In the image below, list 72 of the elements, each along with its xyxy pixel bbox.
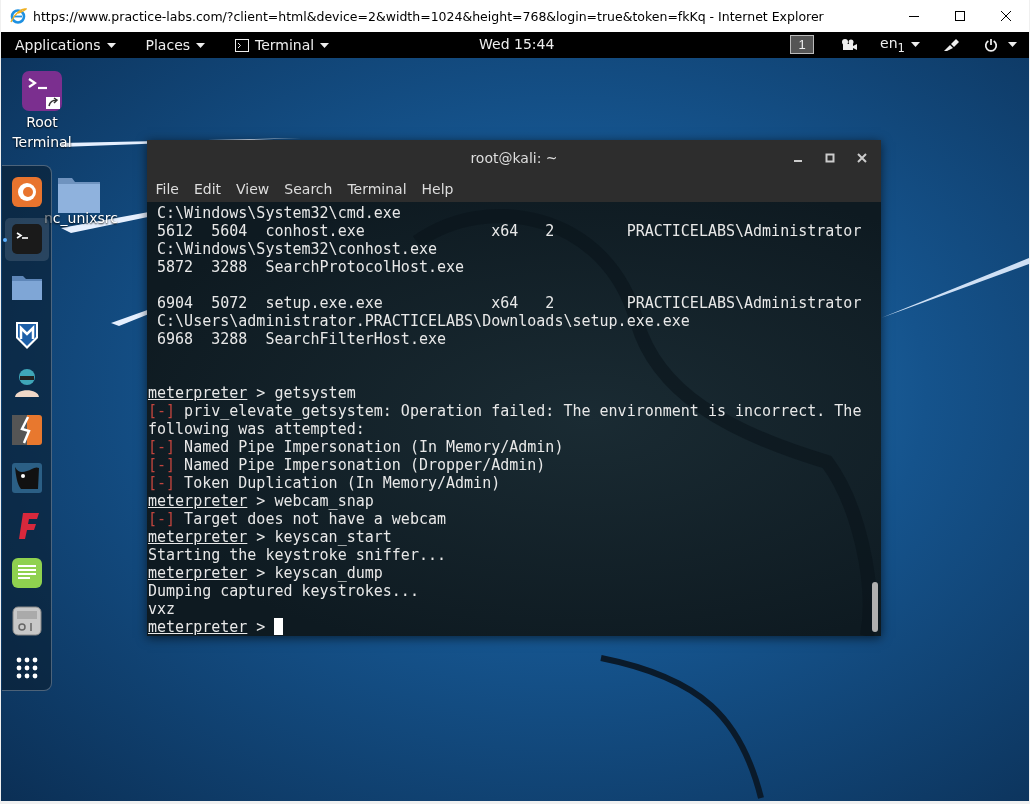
window-title: https://www.practice-labs.com/?client=html&device=2&width=1024&height=768&login=true&token=fkKq - Internet Explorer (33, 8, 825, 24)
prompt-text: meterpreter (148, 492, 248, 510)
prompt-text: meterpreter (148, 564, 248, 582)
caret-icon (1008, 42, 1017, 48)
bull-icon (10, 461, 43, 494)
caret-icon (196, 42, 206, 48)
close-icon (1000, 10, 1012, 22)
output-text: Target does not have a webcam (183, 510, 447, 528)
menu-button[interactable]: Terminal (235, 37, 330, 53)
browser-icon (10, 175, 43, 208)
menu-item[interactable]: Search (276, 180, 340, 197)
maximize-icon (825, 153, 835, 163)
terminal-icon (10, 223, 43, 256)
lightning-icon (10, 414, 43, 446)
icon-label: Root Terminal (11, 113, 73, 152)
control-panel-icon (10, 604, 43, 637)
clock-text: Wed 15:44 (479, 36, 555, 52)
output-text: > webcam_snap (255, 492, 374, 510)
scrollbar-thumb[interactable] (872, 582, 878, 632)
camera-icon[interactable] (840, 38, 859, 52)
output-text: 6904 5072 setup.exe.exe x64 2 PRACTICELABS\Administrator (156, 294, 862, 312)
menu-item[interactable]: Terminal (339, 180, 415, 197)
power-menu-button[interactable] (982, 38, 1017, 52)
maximize-icon (954, 10, 966, 22)
browser-logo-icon (9, 7, 27, 25)
window-title: root@kali: ~ (470, 149, 558, 166)
close-icon (857, 153, 867, 163)
caret-icon (320, 42, 330, 48)
prompt-text: meterpreter (148, 384, 248, 402)
caret-icon (911, 42, 920, 48)
output-text: Starting the keystroke sniffer... (148, 546, 446, 564)
minimize-icon (794, 160, 802, 162)
pen-icon[interactable] (942, 38, 960, 52)
output-text: Named Pipe Impersonation (Dropper/Admin) (183, 456, 546, 474)
output-text: Dumping captured keystrokes... (148, 582, 419, 600)
output-text: > keyscan_dump (255, 564, 383, 582)
menu-button[interactable]: Places (145, 37, 206, 53)
power-icon (982, 38, 1000, 52)
menu-item[interactable]: File (148, 180, 187, 197)
output-text: C:\Windows\System32\conhost.exe (156, 240, 437, 258)
error-marker: [-] (148, 474, 176, 492)
root-terminal-icon[interactable] (21, 70, 63, 112)
output-text: C:\Users\administrator.PRACTICELABS\Downloads\setup.exe.exe (156, 312, 690, 330)
output-text: 5872 3288 SearchProtocolHost.exe (156, 258, 465, 276)
error-marker: [-] (148, 402, 176, 420)
output-text: C:\Windows\System32\cmd.exe (156, 204, 401, 222)
output-text: > (255, 618, 267, 636)
output-text: Named Pipe Impersonation (In Memory/Admin) (183, 438, 564, 456)
menu-item[interactable]: Edit (186, 180, 229, 197)
output-text: Token Duplication (In Memory/Admin) (183, 474, 501, 492)
output-text: vxz (148, 600, 176, 618)
error-marker: [-] (148, 510, 176, 528)
terminal-icon (235, 38, 250, 52)
running-indicator (2, 237, 7, 242)
error-marker: [-] (148, 438, 176, 456)
prompt-text: meterpreter (148, 528, 248, 546)
output-text: 6968 3288 SearchFilterHost.exe (156, 330, 446, 348)
menu-button[interactable]: Applications (15, 37, 116, 53)
input-source-button[interactable]: en$_{1}$ (880, 35, 920, 55)
prompt-text: meterpreter (148, 618, 248, 636)
text-cursor (274, 618, 284, 635)
error-marker: [-] (148, 456, 176, 474)
output-text: > keyscan_start (255, 528, 392, 546)
caret-icon (106, 42, 116, 48)
notes-icon (10, 556, 43, 589)
output-text: priv_elevate_getsystem: Operation failed: The environment is incorrect. The (183, 402, 862, 420)
menu-item[interactable]: Help (414, 180, 461, 197)
workspace-button[interactable]: 1 (790, 35, 815, 55)
output-text: > getsystem (255, 384, 356, 402)
output-text: 5612 5604 conhost.exe x64 2 PRACTICELABS\Administrator (156, 222, 862, 240)
output-text: following was attempted: (148, 420, 365, 438)
menu-item[interactable]: View (228, 180, 277, 197)
